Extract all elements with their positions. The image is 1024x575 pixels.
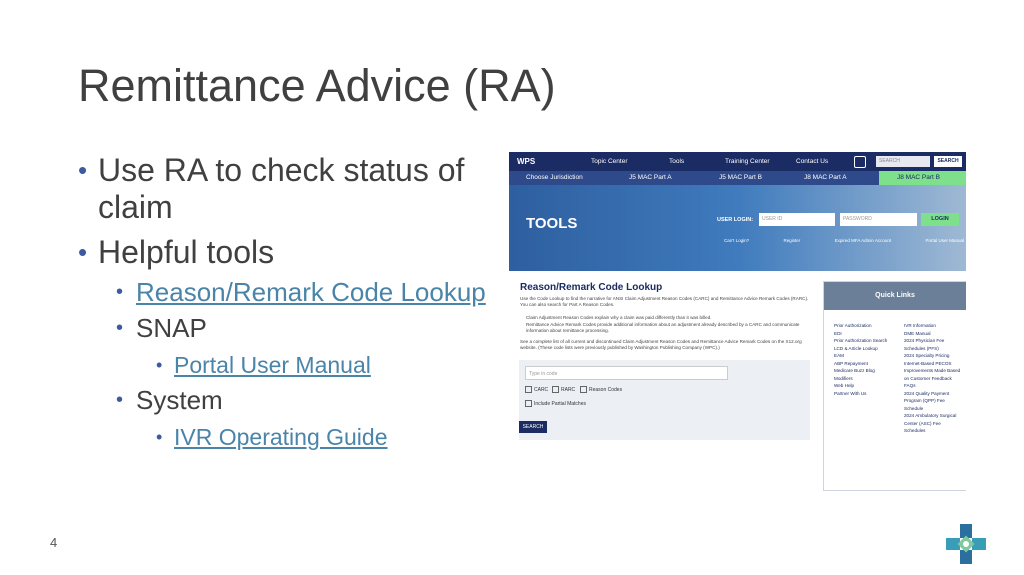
bullet-reason-remark: • Reason/Remark Code Lookup [78,279,488,305]
login-button[interactable]: LOGIN [921,213,959,226]
tab-j5-part-a[interactable]: J5 MAC Part A [629,174,672,181]
lookup-intro: Use the Code Lookup to find the narrativ… [520,296,809,307]
quick-link[interactable]: Prior Authorization Search [834,337,894,345]
lookup-search-button[interactable]: SEARCH [519,421,547,433]
bullet-list: • Use RA to check status of claim • Helpfu… [78,152,488,459]
nav-contact-us[interactable]: Contact Us [796,158,828,165]
login-label: USER LOGIN: [717,217,754,223]
quick-link[interactable]: Web Help [834,382,894,390]
code-input[interactable]: Type in code [525,366,728,380]
bullet-dot-icon: • [78,155,88,185]
partial-matches-checkbox[interactable]: Include Partial Matches [525,400,586,407]
search-input[interactable]: SEARCH [876,156,930,167]
bullet-snap: • SNAP [116,313,207,343]
nav-training-center[interactable]: Training Center [725,158,770,165]
user-id-input[interactable]: USER ID [759,213,835,226]
quick-link[interactable]: LCD & Article Lookup [834,345,894,353]
tab-j5-part-b[interactable]: J5 MAC Part B [719,174,762,181]
notification-icon[interactable] [854,156,866,168]
checkbox-icon [580,386,587,393]
bullet-portal-manual: • Portal User Manual [78,351,488,379]
reason-codes-checkbox[interactable]: Reason Codes [580,386,622,393]
quick-link[interactable]: FAQs [904,382,962,390]
bullet-helpful-tools: • Helpful tools [78,234,275,270]
quick-link[interactable]: 2024 Specialty Pricing [904,352,962,360]
bullet-ivr-guide: • IVR Operating Guide [78,423,488,451]
quick-links-title: Quick Links [824,282,966,310]
quick-link[interactable]: ABP Repayment [834,360,894,368]
top-nav: WPS Topic Center Tools Training Center C… [509,152,966,171]
quick-links-col-1: Prior Authorization EDI Prior Authorizat… [834,322,894,397]
quick-link[interactable]: IVR Information [904,322,962,330]
jurisdiction-bar: Choose Jurisdiction J5 MAC Part A J5 MAC… [509,171,966,185]
reason-remark-link[interactable]: Reason/Remark Code Lookup [136,277,486,307]
bullet-dot-icon: • [116,389,124,411]
choose-jurisdiction[interactable]: Choose Jurisdiction [526,174,583,181]
bullet-dot-icon: • [156,355,163,375]
quick-link[interactable]: Improvements Made Based on Customer Feed… [904,367,962,382]
lookup-note: See a complete list of all current and d… [520,339,802,350]
slide-title: Remittance Advice (RA) [78,60,556,111]
password-input[interactable]: PASSWORD [840,213,917,226]
carc-checkbox[interactable]: CARC [525,386,548,393]
tab-j8-part-b[interactable]: J8 MAC Part B [879,171,966,185]
hero-banner: TOOLS USER LOGIN: USER ID PASSWORD LOGIN… [509,185,966,271]
portal-manual-link[interactable]: Portal User Manual [174,352,371,378]
organization-logo-icon [946,524,986,564]
bullet-dot-icon: • [116,317,124,339]
lookup-bullet-carc: Claim Adjustment Reason Codes explain wh… [526,315,712,320]
tab-j8-part-a[interactable]: J8 MAC Part A [804,174,847,181]
quick-link[interactable]: 2024 Quality Payment Program (QPP) Fee S… [904,390,962,413]
quick-links-col-2: IVR Information DME Manual 2024 Physicia… [904,322,962,435]
quick-link[interactable]: Partner With Us [834,390,894,398]
bullet-dot-icon: • [78,237,88,267]
quick-link[interactable]: 2024 Ambulatory Surgical Center (ASC) Fe… [904,412,962,435]
ivr-guide-link[interactable]: IVR Operating Guide [174,424,388,450]
embedded-screenshot: WPS Topic Center Tools Training Center C… [509,152,966,492]
quick-links-panel: Quick Links Prior Authorization EDI Prio… [823,281,966,491]
lookup-content: Reason/Remark Code Lookup Use the Code L… [509,271,966,492]
login-links: Can't Login? Register Expired MFA Admin … [724,238,964,243]
quick-link[interactable]: EDI [834,330,894,338]
quick-link[interactable]: EAM [834,352,894,360]
register-link[interactable]: Register [783,238,800,243]
quick-link[interactable]: Internet-Based PECOS [904,360,962,368]
portal-manual-hero-link[interactable]: Portal User Manual [925,238,964,243]
page-number: 4 [50,535,58,550]
cant-login-link[interactable]: Can't Login? [724,238,749,243]
lookup-bullet-rarc: Remittance Advice Remark Codes provide a… [526,322,800,333]
nav-topic-center[interactable]: Topic Center [591,158,628,165]
wps-logo: WPS [517,157,536,166]
quick-link[interactable]: 2024 Physician Fee Schedules (PFS) [904,337,962,352]
hero-heading: TOOLS [526,215,578,232]
bullet-system: • System [116,385,223,415]
quick-link[interactable]: Prior Authorization [834,322,894,330]
checkbox-icon [525,386,532,393]
bullet-dot-icon: • [116,281,124,303]
quick-link[interactable]: Modifiers [834,375,894,383]
expired-mfa-link[interactable]: Expired MFA Admin Account [835,238,892,243]
bullet-dot-icon: • [156,427,163,447]
nav-tools[interactable]: Tools [669,158,684,165]
checkbox-icon [525,400,532,407]
lookup-title: Reason/Remark Code Lookup [520,282,663,293]
quick-link[interactable]: Medicare Buzz Blog [834,367,894,375]
search-button[interactable]: SEARCH [934,156,962,167]
lookup-form: Type in code CARC RARC Reason Codes Incl… [519,360,810,440]
checkbox-icon [552,386,559,393]
rarc-checkbox[interactable]: RARC [552,386,575,393]
quick-link[interactable]: DME Manual [904,330,962,338]
bullet-check-status: • Use RA to check status of claim [78,152,465,225]
